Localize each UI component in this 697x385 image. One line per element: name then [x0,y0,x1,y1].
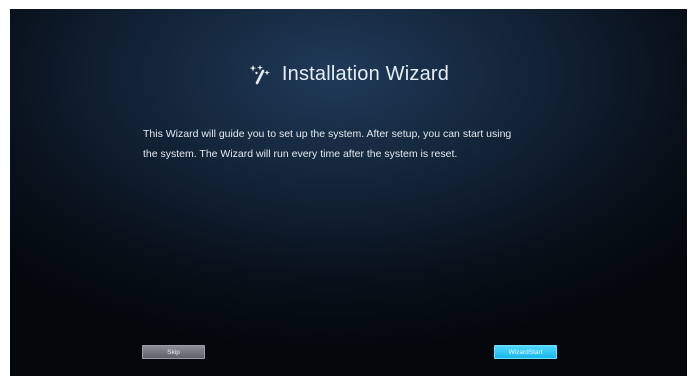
wizard-start-button[interactable]: WizardStart [494,345,557,359]
wizard-description: This Wizard will guide you to set up the… [143,124,583,164]
title-row: Installation Wizard [10,59,687,89]
wizard-screen: Installation Wizard This Wizard will gui… [10,9,687,376]
skip-button[interactable]: Skip [142,345,205,359]
magic-wand-icon [248,62,272,86]
description-line-1: This Wizard will guide you to set up the… [143,128,512,140]
page-title: Installation Wizard [281,62,450,85]
description-line-2: the system. The Wizard will run every ti… [143,148,458,160]
